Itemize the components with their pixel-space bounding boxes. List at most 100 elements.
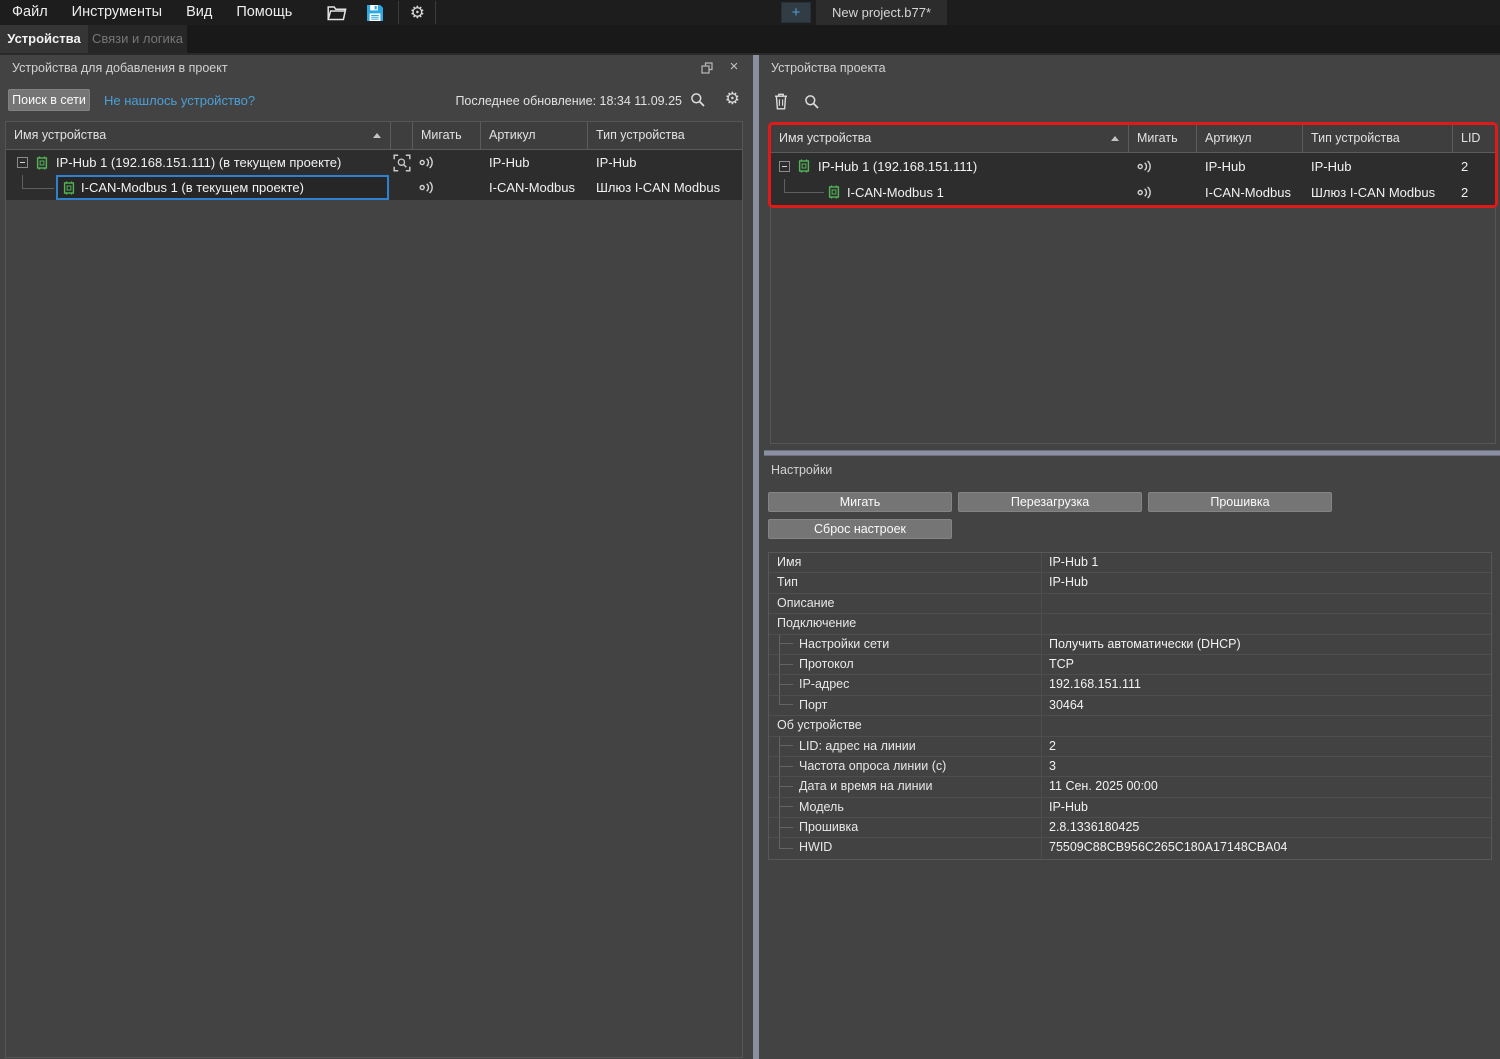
property-value[interactable]: 2 — [1041, 737, 1491, 756]
column-header-lid[interactable]: LID — [1453, 125, 1495, 153]
project-file-tab[interactable]: New project.b77* — [816, 0, 947, 25]
device-type: IP-Hub — [588, 150, 742, 175]
project-tab-group: + New project.b77* — [781, 0, 947, 25]
blink-button[interactable]: Мигать — [768, 492, 952, 512]
new-project-tab-button[interactable]: + — [781, 2, 811, 23]
property-row[interactable]: МодельIP-Hub — [769, 798, 1491, 818]
property-row[interactable]: Порт30464 — [769, 696, 1491, 716]
property-row[interactable]: Настройки сетиПолучить автоматически (DH… — [769, 635, 1491, 655]
tab-links-logic[interactable]: Связи и логика — [88, 25, 187, 53]
property-value[interactable]: Получить автоматически (DHCP) — [1041, 635, 1491, 654]
table-row-selected[interactable]: I-CAN-Modbus 1 (в текущем проекте) I-CAN… — [6, 175, 742, 200]
menu-help[interactable]: Помощь — [224, 0, 304, 25]
tab-devices[interactable]: Устройства — [0, 25, 88, 53]
blink-signal-icon[interactable] — [1137, 186, 1154, 199]
open-project-button[interactable] — [322, 1, 352, 24]
property-label: Подключение — [769, 614, 1041, 633]
property-value[interactable]: 192.168.151.111 — [1041, 675, 1491, 694]
property-value[interactable]: 2.8.1336180425 — [1041, 818, 1491, 837]
property-value[interactable] — [1041, 614, 1491, 633]
property-row[interactable]: ТипIP-Hub — [769, 573, 1491, 593]
property-row[interactable]: Описание — [769, 594, 1491, 614]
devices-to-add-panel: Устройства для добавления в проект × Пои… — [0, 55, 750, 1059]
property-row[interactable]: Прошивка2.8.1336180425 — [769, 818, 1491, 838]
search-device-button[interactable] — [804, 94, 820, 110]
undock-panel-button[interactable] — [700, 61, 714, 75]
property-value[interactable]: IP-Hub — [1041, 798, 1491, 817]
device-name-label: I-CAN-Modbus 1 (в текущем проекте) — [81, 180, 304, 195]
selected-cell[interactable]: I-CAN-Modbus 1 (в текущем проекте) — [56, 175, 389, 200]
search-network-button[interactable]: Поиск в сети — [8, 89, 90, 111]
device-icon — [828, 185, 840, 199]
table-row[interactable]: IP-Hub 1 (192.168.151.111) (в текущем пр… — [6, 150, 742, 175]
property-row[interactable]: ИмяIP-Hub 1 — [769, 553, 1491, 573]
collapse-expander-icon[interactable] — [779, 161, 790, 172]
search-settings-button[interactable]: ⚙ — [725, 90, 740, 107]
column-header-name[interactable]: Имя устройства — [771, 125, 1129, 153]
column-header-article[interactable]: Артикул — [481, 122, 588, 150]
property-value[interactable]: TCP — [1041, 655, 1491, 674]
app-settings-button[interactable]: ⚙ — [402, 1, 432, 24]
collapse-expander-icon[interactable] — [17, 157, 28, 168]
menu-bar: Файл Инструменты Вид Помощь ⚙ + New proj… — [0, 0, 1500, 25]
property-label: Об устройстве — [769, 716, 1041, 735]
column-header-actions[interactable] — [391, 122, 413, 150]
firmware-button[interactable]: Прошивка — [1148, 492, 1332, 512]
search-icon — [690, 92, 706, 108]
property-value[interactable]: 11 Сен. 2025 00:00 — [1041, 777, 1491, 796]
panel-titlebar: Устройства для добавления в проект × — [0, 55, 750, 81]
property-label: Протокол — [769, 655, 1041, 674]
vertical-splitter[interactable] — [750, 55, 764, 1059]
tree-connector — [779, 798, 793, 808]
save-project-button[interactable] — [360, 1, 390, 24]
property-row[interactable]: Об устройстве — [769, 716, 1491, 736]
locate-scan-icon[interactable] — [393, 154, 411, 172]
column-header-name[interactable]: Имя устройства — [6, 122, 391, 150]
column-header-article[interactable]: Артикул — [1197, 125, 1303, 153]
property-row[interactable]: ПротоколTCP — [769, 655, 1491, 675]
menu-view[interactable]: Вид — [174, 0, 224, 25]
property-value[interactable]: 30464 — [1041, 696, 1491, 715]
property-value[interactable]: IP-Hub — [1041, 573, 1491, 592]
menu-tools[interactable]: Инструменты — [60, 0, 174, 25]
project-devices-table: Имя устройства Мигать Артикул Тип устрой… — [770, 124, 1496, 444]
property-label: Прошивка — [769, 818, 1041, 837]
device-type: IP-Hub — [1303, 153, 1453, 179]
column-header-type[interactable]: Тип устройства — [1303, 125, 1453, 153]
float-icon — [701, 62, 713, 74]
table-row[interactable]: IP-Hub 1 (192.168.151.111) IP-Hub IP-Hub… — [771, 153, 1495, 179]
property-row[interactable]: Частота опроса линии (с)3 — [769, 757, 1491, 777]
property-grid: ИмяIP-Hub 1ТипIP-HubОписаниеПодключение Н… — [768, 552, 1492, 860]
property-label: Описание — [769, 594, 1041, 613]
blink-signal-icon[interactable] — [419, 181, 436, 194]
property-value[interactable]: IP-Hub 1 — [1041, 553, 1491, 572]
device-name-label: IP-Hub 1 (192.168.151.111) (в текущем пр… — [56, 155, 341, 170]
reboot-button[interactable]: Перезагрузка — [958, 492, 1142, 512]
property-row[interactable]: IP-адрес192.168.151.111 — [769, 675, 1491, 695]
sort-ascending-icon — [1111, 136, 1119, 141]
property-row[interactable]: HWID75509C88CB956C265C180A17148CBA04 — [769, 838, 1491, 858]
property-value[interactable] — [1041, 716, 1491, 735]
delete-device-button[interactable] — [774, 93, 788, 110]
gear-icon: ⚙ — [410, 4, 425, 21]
property-value[interactable]: 3 — [1041, 757, 1491, 776]
property-value[interactable]: 75509C88CB956C265C180A17148CBA04 — [1041, 838, 1491, 858]
gear-icon: ⚙ — [725, 89, 740, 108]
property-value[interactable] — [1041, 594, 1491, 613]
blink-signal-icon[interactable] — [1137, 160, 1154, 173]
close-panel-button[interactable]: × — [726, 58, 742, 76]
blink-signal-icon[interactable] — [419, 156, 436, 169]
menu-file[interactable]: Файл — [0, 0, 60, 25]
device-not-found-link[interactable]: Не нашлось устройство? — [104, 93, 255, 108]
project-devices-panel: Устройства проекта Имя устройства Мигать… — [764, 55, 1500, 450]
refresh-search-button[interactable] — [690, 92, 706, 108]
table-row[interactable]: I-CAN-Modbus 1 I-CAN-Modbus Шлюз I-CAN M… — [771, 179, 1495, 205]
tree-connector — [22, 175, 54, 189]
property-row[interactable]: LID: адрес на линии2 — [769, 737, 1491, 757]
column-header-blink[interactable]: Мигать — [413, 122, 481, 150]
property-row[interactable]: Подключение — [769, 614, 1491, 634]
column-header-type[interactable]: Тип устройства — [588, 122, 742, 150]
reset-settings-button[interactable]: Сброс настроек — [768, 519, 952, 539]
column-header-blink[interactable]: Мигать — [1129, 125, 1197, 153]
property-row[interactable]: Дата и время на линии11 Сен. 2025 00:00 — [769, 777, 1491, 797]
